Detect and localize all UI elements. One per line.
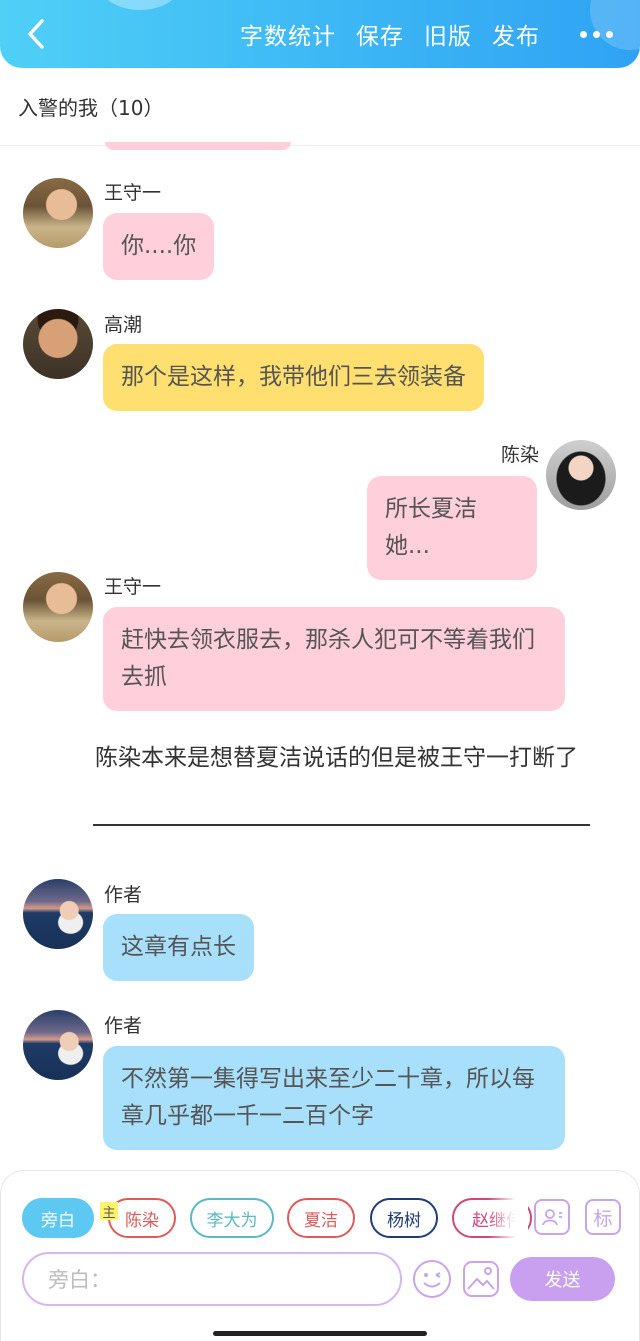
previous-bubble-edge xyxy=(105,142,291,150)
chip-scroll-fade xyxy=(488,1196,528,1242)
message-bubble[interactable]: 这章有点长 xyxy=(103,914,254,981)
emoji-icon[interactable] xyxy=(412,1259,452,1299)
message-bubble[interactable]: 赶快去领衣服去，那杀人犯可不等着我们去抓 xyxy=(103,607,565,711)
main-character-badge: 主 xyxy=(100,1202,118,1221)
more-dots-icon[interactable] xyxy=(574,16,618,52)
back-button[interactable] xyxy=(14,12,58,56)
avatar[interactable] xyxy=(546,440,616,510)
speaker-name: 王守一 xyxy=(104,576,162,598)
image-icon[interactable] xyxy=(461,1259,501,1299)
message-input[interactable]: 旁白： xyxy=(22,1252,402,1306)
avatar[interactable] xyxy=(23,1010,93,1080)
top-menu: 字数统计 保存 旧版 发布 xyxy=(240,0,540,68)
avatar[interactable] xyxy=(23,178,93,248)
role-chip[interactable]: 夏洁 xyxy=(287,1198,355,1238)
top-bar: 字数统计 保存 旧版 发布 xyxy=(0,0,640,68)
avatar[interactable] xyxy=(23,572,93,642)
speaker-name: 王守一 xyxy=(104,182,162,204)
speaker-name: 作者 xyxy=(104,1015,143,1037)
message-bubble[interactable]: 那个是这样，我带他们三去领装备 xyxy=(103,344,484,411)
send-button[interactable]: 发送 xyxy=(510,1257,615,1301)
speaker-name: 高潮 xyxy=(104,314,143,336)
message-bubble[interactable]: 不然第一集得写出来至少二十章，所以每章几乎都一千一二百个字 xyxy=(103,1046,565,1150)
chapter-bar: 入警的我（10） xyxy=(0,68,640,146)
chapter-title: 入警的我（10） xyxy=(18,96,164,120)
role-chip[interactable]: 陈染 xyxy=(108,1198,176,1238)
message-bubble[interactable]: 所长夏洁她... xyxy=(367,476,537,580)
chevron-left-icon xyxy=(28,19,44,49)
decor-bubble xyxy=(100,0,180,10)
divider xyxy=(93,824,590,826)
role-chip-narrator[interactable]: 旁白 xyxy=(22,1198,94,1238)
speaker-name: 陈染 xyxy=(501,444,540,466)
avatar[interactable] xyxy=(23,309,93,379)
role-chip[interactable]: 杨树 xyxy=(370,1198,438,1238)
person-icon xyxy=(542,1209,562,1226)
word-count-button[interactable]: 字数统计 xyxy=(240,17,336,51)
old-version-button[interactable]: 旧版 xyxy=(424,17,472,51)
narration-text[interactable]: 陈染本来是想替夏洁说话的但是被王守一打断了 xyxy=(95,738,595,778)
role-chip[interactable]: 李大为 xyxy=(190,1198,274,1238)
save-button[interactable]: 保存 xyxy=(356,17,404,51)
avatar[interactable] xyxy=(23,879,93,949)
publish-button[interactable]: 发布 xyxy=(492,17,540,51)
tag-icon[interactable]: 标 xyxy=(585,1199,621,1235)
speaker-name: 作者 xyxy=(104,884,143,906)
home-indicator xyxy=(213,1331,427,1336)
message-bubble[interactable]: 你....你 xyxy=(103,213,215,280)
role-manage-icon[interactable] xyxy=(534,1199,570,1235)
